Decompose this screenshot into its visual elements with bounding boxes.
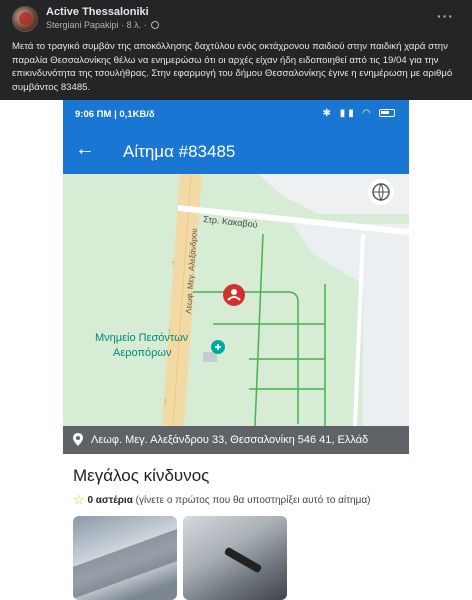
status-icons: ✱ ▮▮ ◠ <box>323 108 395 119</box>
separator-dot: · <box>121 20 125 30</box>
post-header: Active Thessaloniki Stergiani Papakipi ·… <box>12 4 462 34</box>
page-name[interactable]: Active Thessaloniki <box>46 6 149 18</box>
stars-hint: (γίνετε ο πρώτος που θα υποστηρίξει αυτό… <box>135 495 371 506</box>
request-title: Αίτημα #83485 <box>123 142 236 161</box>
severity-heading: Μεγάλος κίνδυνος <box>73 466 210 485</box>
poi-label-1: Μνημείο Πεσόντων <box>95 332 189 344</box>
svg-text:↑: ↑ <box>163 396 168 406</box>
attached-photo-2[interactable] <box>183 516 287 600</box>
attached-photo-1[interactable] <box>73 516 177 600</box>
address-text: Λεωφ. Μεγ. Αλεξάνδρου 33, Θεσσαλονίκη 54… <box>91 434 369 446</box>
star-rating: ☆ 0 αστέρια (γίνετε ο πρώτος που θα υποσ… <box>73 492 370 508</box>
location-pin-icon <box>73 433 83 446</box>
app-bar: ← Αίτημα #83485 <box>63 130 409 174</box>
post-body: Μετά το τραγικό συμβάν της αποκόλλησης δ… <box>12 41 453 93</box>
page-avatar[interactable] <box>12 6 38 32</box>
separator-dot: · <box>143 20 147 30</box>
phone-status-bar: 9:06 ΠΜ | 0,1KB/δ ✱ ▮▮ ◠ <box>63 100 409 130</box>
back-arrow-icon[interactable]: ← <box>75 138 95 161</box>
status-time: 9:06 ΠΜ | 0,1KB/δ <box>75 109 155 120</box>
map-graphic: Στρ. Κακαβού Λεωφ. Μεγ. Αλεξάνδρου Μνημε… <box>63 174 409 426</box>
more-options-icon[interactable]: ··· <box>437 8 454 24</box>
star-icon[interactable]: ☆ <box>73 492 85 507</box>
poi-label-2: Αεροπόρων <box>113 347 172 359</box>
address-bar: Λεωφ. Μεγ. Αλεξάνδρου 33, Θεσσαλονίκη 54… <box>63 426 409 454</box>
map-view[interactable]: Στρ. Κακαβού Λεωφ. Μεγ. Αλεξάνδρου Μνημε… <box>63 174 409 426</box>
battery-icon <box>379 109 395 117</box>
svg-text:↑: ↑ <box>167 326 172 336</box>
post-image[interactable]: 9:06 ΠΜ | 0,1KB/δ ✱ ▮▮ ◠ ← Αίτημα #83485 <box>0 100 472 600</box>
svg-text:↑: ↑ <box>171 258 176 268</box>
globe-icon <box>151 21 160 29</box>
facebook-post: Active Thessaloniki Stergiani Papakipi ·… <box>0 0 472 600</box>
post-meta: Stergiani Papakipi · 8 λ. · <box>46 20 160 30</box>
bluetooth-icon: ✱ <box>322 108 334 119</box>
stars-count: 0 αστέρια <box>87 495 133 506</box>
post-time[interactable]: 8 λ. <box>127 20 142 30</box>
signal-icon: ▮▮ <box>339 108 357 119</box>
author-name[interactable]: Stergiani Papakipi <box>46 20 119 30</box>
wifi-icon: ◠ <box>362 108 374 119</box>
